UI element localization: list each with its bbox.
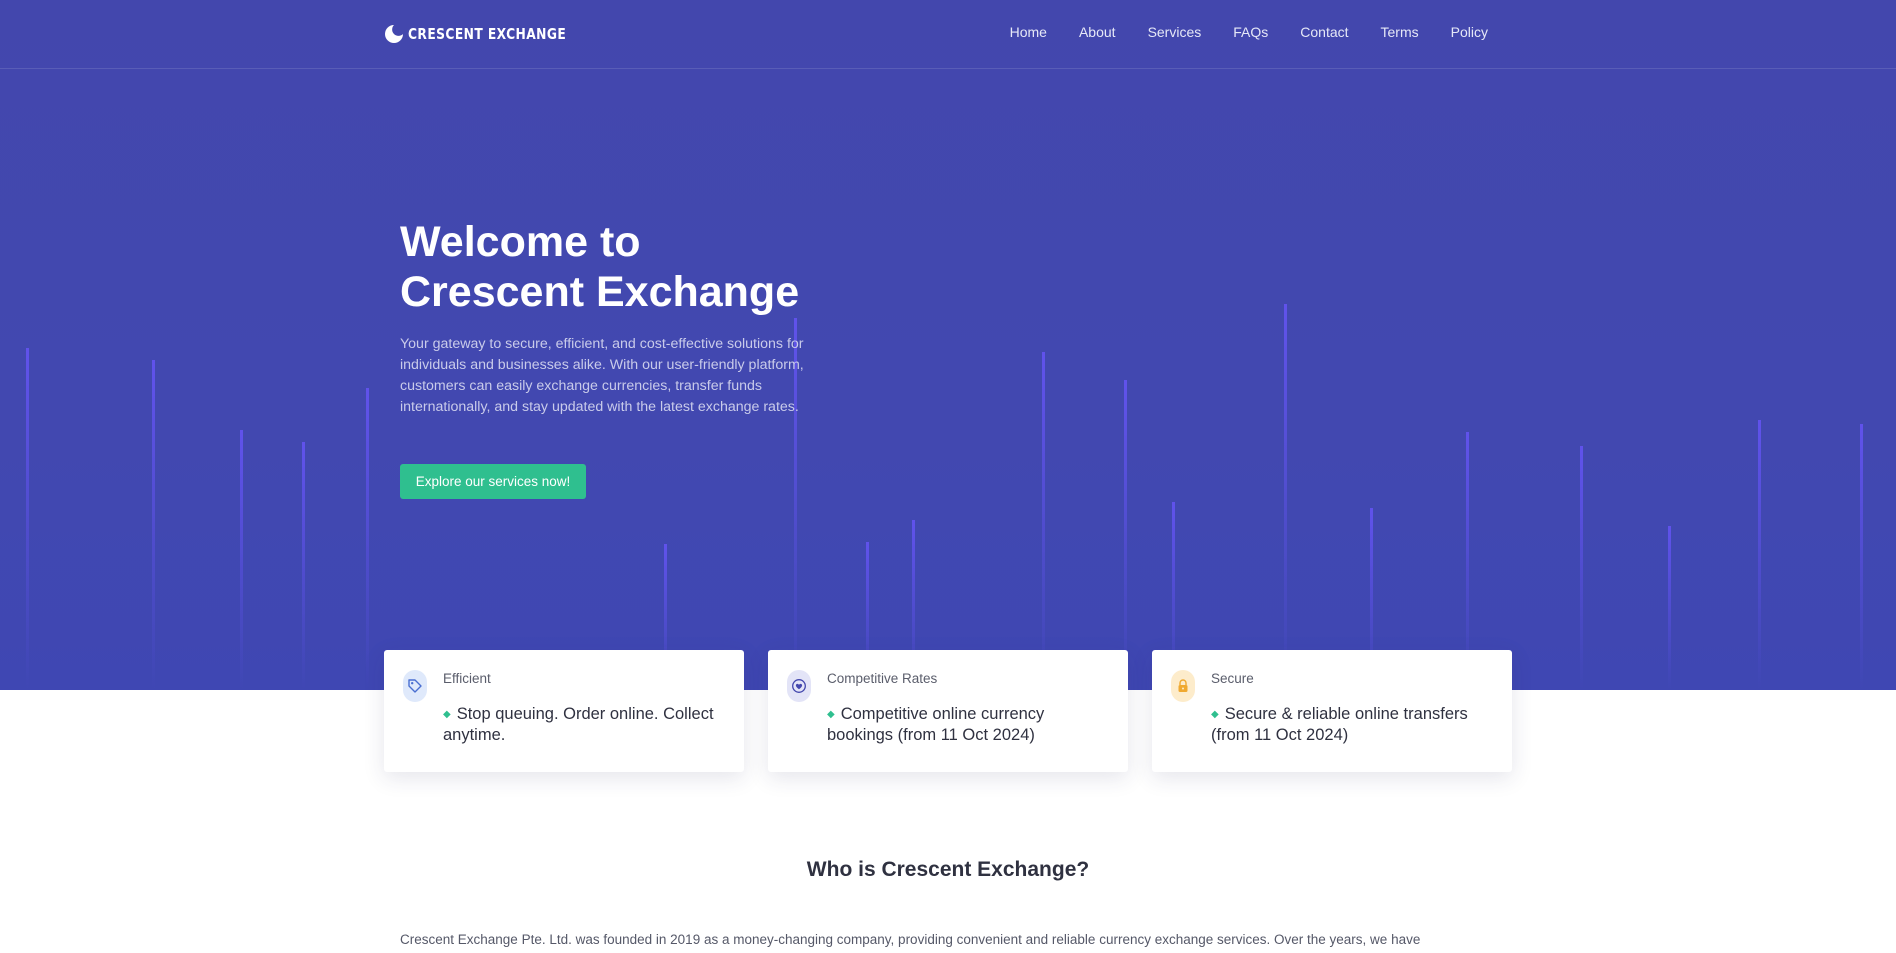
nav-item-policy[interactable]: Policy [1451,24,1488,40]
feature-text: Secure & reliable online transfers (from… [1211,705,1468,744]
background-glow-bar [1860,424,1863,690]
nav-item-terms[interactable]: Terms [1381,24,1419,40]
hero-title-line2: Crescent Exchange [400,268,800,316]
brand-logo[interactable]: CRESCENT EXCHANGE [384,22,601,46]
background-glow-bar [1124,380,1127,690]
nav-item-faqs[interactable]: FAQs [1233,24,1268,40]
lock-icon [1171,670,1195,702]
feature-text: Competitive online currency bookings (fr… [827,705,1045,744]
hero-title-line1: Welcome to [400,218,641,266]
nav-menu: Home About Services FAQs Contact Terms P… [978,24,1488,40]
about-section-title: Who is Crescent Exchange? [806,858,1090,881]
nav-item-home[interactable]: Home [1010,24,1047,40]
background-glow-bar [152,360,155,690]
nav-item-services[interactable]: Services [1148,24,1202,40]
background-glow-bar [1668,526,1671,690]
heart-icon [787,670,811,702]
explore-services-button[interactable]: Explore our services now! [400,464,586,499]
brand-name: CRESCENT EXCHANGE [408,25,567,43]
crescent-icon [385,25,403,43]
feature-category: Competitive Rates [827,671,938,686]
background-glow-bar [1284,304,1287,690]
nav-item-about[interactable]: About [1079,24,1116,40]
background-glow-bar [366,388,369,690]
diamond-bullet-icon: ◆ [1211,709,1219,720]
hero-background-bars [26,304,1863,690]
about-section-text: Crescent Exchange Pte. Ltd. was founded … [400,932,1421,947]
tag-icon [403,670,427,702]
diamond-bullet-icon: ◆ [443,709,451,720]
feature-category: Efficient [443,671,491,686]
background-glow-bar [302,442,305,690]
nav-item-contact[interactable]: Contact [1300,24,1348,40]
feature-text: Stop queuing. Order online. Collect anyt… [443,705,714,744]
hero-description: Your gateway to secure, efficient, and c… [400,336,804,415]
hero-section: CRESCENT EXCHANGE Home About Services FA… [0,0,1896,690]
background-glow-bar [1758,420,1761,690]
background-glow-bar [1042,352,1045,690]
background-glow-bar [26,348,29,690]
top-navbar: CRESCENT EXCHANGE Home About Services FA… [0,0,1896,69]
feature-text-wrap: ◆ Competitive online currency bookings (f… [827,705,1107,745]
feature-card-secure: Secure ◆ Secure & reliable online transfe… [1152,650,1512,772]
background-glow-bar [1580,446,1583,690]
feature-card-efficient: Efficient ◆ Stop queuing. Order online. C… [384,650,744,772]
feature-text-wrap: ◆ Stop queuing. Order online. Collect any… [443,705,723,745]
diamond-bullet-icon: ◆ [827,709,835,720]
hero-title: Welcome to Crescent Exchange [400,217,960,317]
feature-category: Secure [1211,671,1254,686]
feature-text-wrap: ◆ Secure & reliable online transfers (fro… [1211,705,1491,745]
feature-card-competitive-rates: Competitive Rates ◆ Competitive online cu… [768,650,1128,772]
background-glow-bar [240,430,243,690]
